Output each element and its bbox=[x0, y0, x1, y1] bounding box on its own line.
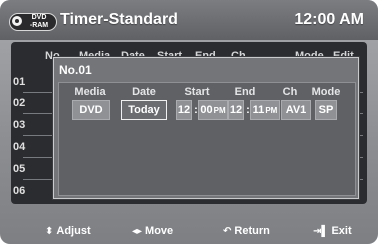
return-label: Return bbox=[234, 225, 270, 237]
row-number[interactable]: 05 bbox=[13, 163, 27, 175]
dvd-ram-disc-icon: DVD -RAM bbox=[9, 13, 57, 31]
dialog-title: No.01 bbox=[59, 63, 92, 77]
row-number[interactable]: 04 bbox=[13, 141, 27, 153]
move-hint: ◂▸ Move bbox=[132, 225, 173, 237]
adjust-label: Adjust bbox=[56, 225, 91, 237]
end-minute-field[interactable]: 11 PM bbox=[250, 100, 280, 120]
header-bar: DVD -RAM Timer-Standard 12:00 AM bbox=[0, 0, 378, 40]
row-number[interactable]: 03 bbox=[13, 119, 27, 131]
mode-label: Mode bbox=[311, 86, 341, 98]
mode-field[interactable]: SP bbox=[315, 100, 337, 120]
footer-bar: ⬍ Adjust ◂▸ Move ↶ Return ⇥▌ Exit bbox=[0, 216, 378, 244]
start-minute-value: 00 bbox=[200, 104, 213, 116]
exit-door-icon: ⇥▌ bbox=[313, 225, 329, 237]
adjust-hint: ⬍ Adjust bbox=[45, 225, 91, 237]
disc-icon bbox=[12, 16, 22, 26]
exit-hint: ⇥▌ Exit bbox=[313, 225, 352, 237]
media-label: Media bbox=[74, 86, 106, 98]
end-hour-field[interactable]: 12 bbox=[228, 100, 244, 120]
dialog-fields-panel: Media Date Start End Ch Mode DVD Today 1… bbox=[58, 82, 356, 196]
return-arrow-icon: ↶ bbox=[223, 225, 232, 237]
timer-edit-dialog: No.01 Media Date Start End Ch Mode DVD T… bbox=[53, 57, 359, 199]
disc-badge-line2: -RAM bbox=[29, 22, 49, 29]
screen: DVD -RAM Timer-Standard 12:00 AM No. Med… bbox=[0, 0, 378, 244]
channel-field[interactable]: AV1 bbox=[281, 100, 311, 120]
end-label: End bbox=[234, 86, 256, 98]
exit-label: Exit bbox=[331, 225, 352, 237]
move-label: Move bbox=[145, 225, 174, 237]
return-hint: ↶ Return bbox=[223, 225, 270, 237]
start-ampm: PM bbox=[213, 105, 226, 115]
end-minute-value: 11 bbox=[252, 104, 265, 116]
row-number[interactable]: 02 bbox=[13, 97, 27, 109]
row-number[interactable]: 01 bbox=[13, 76, 27, 88]
disc-badge-line1: DVD bbox=[31, 14, 47, 21]
start-minute-field[interactable]: 00 PM bbox=[198, 100, 228, 120]
up-down-arrows-icon: ⬍ bbox=[45, 225, 54, 237]
left-right-arrows-icon: ◂▸ bbox=[132, 225, 143, 237]
media-field[interactable]: DVD bbox=[72, 100, 110, 120]
start-hour-field[interactable]: 12 bbox=[176, 100, 192, 120]
start-label: Start bbox=[184, 86, 210, 98]
date-label: Date bbox=[132, 86, 156, 98]
page-title: Timer-Standard bbox=[60, 11, 178, 28]
end-ampm: PM bbox=[265, 105, 278, 115]
row-number[interactable]: 06 bbox=[13, 185, 27, 197]
date-field[interactable]: Today bbox=[121, 100, 167, 120]
disc-badge-label: DVD -RAM bbox=[24, 14, 54, 30]
ch-label: Ch bbox=[282, 86, 298, 98]
clock: 12:00 AM bbox=[294, 11, 364, 28]
